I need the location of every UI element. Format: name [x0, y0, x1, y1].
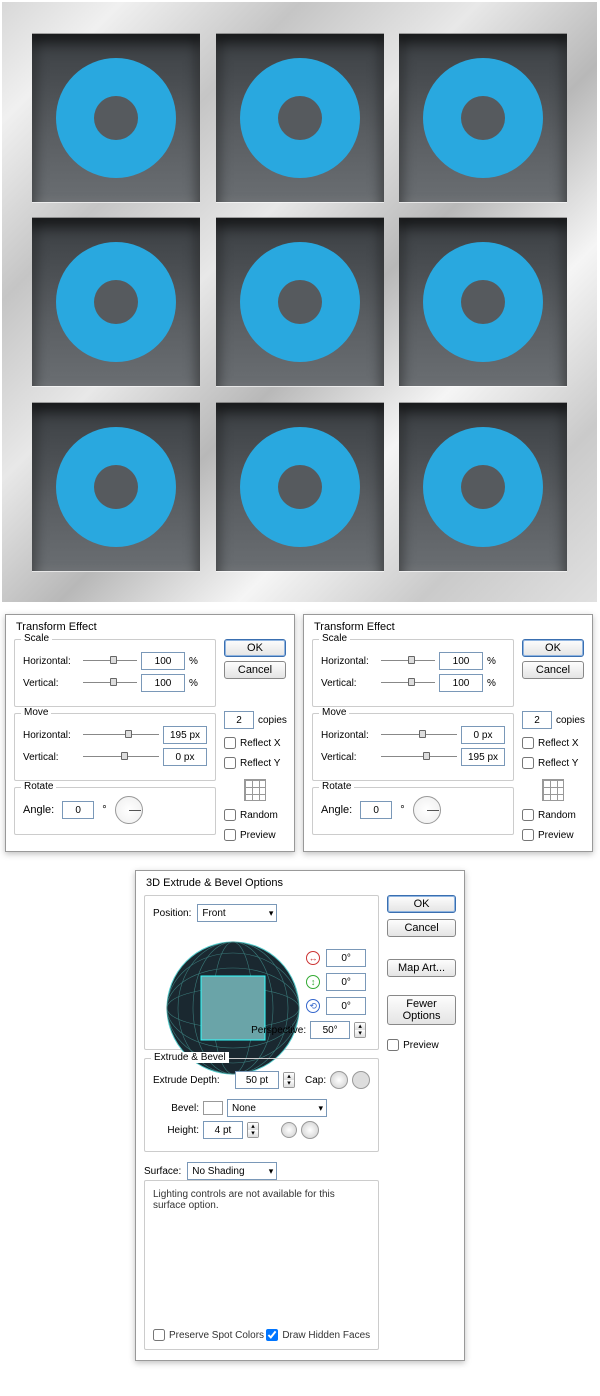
cap-off-icon[interactable]	[352, 1071, 370, 1089]
donut-shape	[240, 427, 360, 547]
fewer-options-button[interactable]: Fewer Options	[387, 995, 456, 1025]
move-h-input[interactable]	[461, 726, 505, 744]
move-group: Move Horizontal: Vertical:	[14, 713, 216, 781]
scale-group: Scale Horizontal: % Vertical: %	[14, 639, 216, 707]
preview-checkbox[interactable]	[522, 829, 534, 841]
perspective-spinner[interactable]: ▴▾	[354, 1022, 366, 1038]
recess	[216, 218, 384, 386]
transform-effect-dialog-1: Transform Effect Scale Horizontal: % Ver…	[5, 614, 295, 852]
axis-z-icon[interactable]: ⟲	[306, 999, 320, 1013]
recess	[399, 403, 567, 571]
ok-button[interactable]: OK	[387, 895, 456, 913]
donut-shape	[423, 427, 543, 547]
angle-dial[interactable]	[413, 796, 441, 824]
artwork-panel	[2, 2, 597, 602]
rotate-group: Rotate Angle: °	[14, 787, 216, 835]
recess	[32, 34, 200, 202]
move-v-slider[interactable]	[83, 756, 159, 759]
bevel-height-input[interactable]	[203, 1121, 243, 1139]
cancel-button[interactable]: Cancel	[224, 661, 286, 679]
recess	[216, 403, 384, 571]
extrude-depth-input[interactable]	[235, 1071, 279, 1089]
donut-shape	[56, 427, 176, 547]
perspective-input[interactable]	[310, 1021, 350, 1039]
move-h-slider[interactable]	[83, 734, 159, 737]
bevel-in-icon[interactable]	[281, 1122, 297, 1138]
depth-spinner[interactable]: ▴▾	[283, 1072, 295, 1088]
axis-y-icon[interactable]: ↕	[306, 975, 320, 989]
scale-h-slider[interactable]	[381, 660, 435, 663]
cap-on-icon[interactable]	[330, 1071, 348, 1089]
copies-input[interactable]	[522, 711, 552, 729]
scale-v-slider[interactable]	[381, 682, 435, 685]
surface-select[interactable]: No Shading	[187, 1162, 277, 1180]
copies-input[interactable]	[224, 711, 254, 729]
scale-h-input[interactable]	[141, 652, 185, 670]
recess	[399, 218, 567, 386]
surface-note-panel: Lighting controls are not available for …	[144, 1180, 379, 1350]
move-v-input[interactable]	[163, 748, 207, 766]
origin-grid[interactable]	[542, 779, 564, 801]
preview-checkbox[interactable]	[224, 829, 236, 841]
dialog-title: Transform Effect	[16, 621, 286, 633]
donut-shape	[240, 58, 360, 178]
move-v-input[interactable]	[461, 748, 505, 766]
rotate-x-input[interactable]	[326, 949, 366, 967]
rotate-group: Rotate Angle: °	[312, 787, 514, 835]
recess	[399, 34, 567, 202]
scale-v-slider[interactable]	[83, 682, 137, 685]
donut-shape	[240, 242, 360, 362]
cancel-button[interactable]: Cancel	[387, 919, 456, 937]
reflect-x-checkbox[interactable]	[224, 737, 236, 749]
scale-v-input[interactable]	[141, 674, 185, 692]
angle-input[interactable]	[360, 801, 392, 819]
angle-dial[interactable]	[115, 796, 143, 824]
move-group: Move Horizontal: Vertical:	[312, 713, 514, 781]
axis-x-icon[interactable]: ↔	[306, 951, 320, 965]
donut-shape	[56, 242, 176, 362]
move-h-input[interactable]	[163, 726, 207, 744]
donut-shape	[56, 58, 176, 178]
preview-checkbox[interactable]	[387, 1039, 399, 1051]
donut-shape	[423, 58, 543, 178]
scale-v-input[interactable]	[439, 674, 483, 692]
donut-shape	[423, 242, 543, 362]
position-select[interactable]: Front	[197, 904, 277, 922]
bevel-out-icon[interactable]	[301, 1121, 319, 1139]
cancel-button[interactable]: Cancel	[522, 661, 584, 679]
position-group: Position: Front ↔ ↕ ⟲ Pers	[144, 895, 379, 1050]
height-spinner[interactable]: ▴▾	[247, 1122, 259, 1138]
transform-effect-dialog-2: Transform Effect Scale Horizontal: % Ver…	[303, 614, 593, 852]
reflect-y-checkbox[interactable]	[224, 757, 236, 769]
map-art-button[interactable]: Map Art...	[387, 959, 456, 977]
3d-extrude-bevel-dialog: 3D Extrude & Bevel Options Position: Fro…	[135, 870, 465, 1361]
origin-grid[interactable]	[244, 779, 266, 801]
ok-button[interactable]: OK	[522, 639, 584, 657]
scale-group: Scale Horizontal: % Vertical: %	[312, 639, 514, 707]
bevel-select[interactable]: None	[227, 1099, 327, 1117]
draw-hidden-checkbox[interactable]	[266, 1329, 278, 1341]
recess	[216, 34, 384, 202]
random-checkbox[interactable]	[224, 809, 236, 821]
recess	[32, 403, 200, 571]
dialog-title: Transform Effect	[314, 621, 584, 633]
recess	[32, 218, 200, 386]
rotate-z-input[interactable]	[326, 997, 366, 1015]
bevel-swatch	[203, 1101, 223, 1115]
scale-h-input[interactable]	[439, 652, 483, 670]
reflect-x-checkbox[interactable]	[522, 737, 534, 749]
rotate-y-input[interactable]	[326, 973, 366, 991]
reflect-y-checkbox[interactable]	[522, 757, 534, 769]
random-checkbox[interactable]	[522, 809, 534, 821]
move-v-slider[interactable]	[381, 756, 457, 759]
extrude-bevel-group: Extrude & Bevel Extrude Depth: ▴▾ Cap: B…	[144, 1058, 379, 1152]
preserve-spot-checkbox[interactable]	[153, 1329, 165, 1341]
move-h-slider[interactable]	[381, 734, 457, 737]
angle-input[interactable]	[62, 801, 94, 819]
ok-button[interactable]: OK	[224, 639, 286, 657]
dialog-title: 3D Extrude & Bevel Options	[146, 877, 456, 889]
scale-h-slider[interactable]	[83, 660, 137, 663]
